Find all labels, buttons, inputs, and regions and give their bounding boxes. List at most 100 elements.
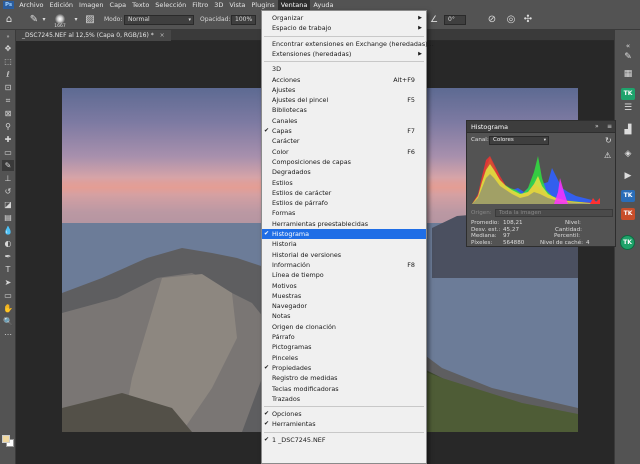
menu-item-ajustes[interactable]: Ajustes <box>262 85 426 95</box>
chevron-down-icon[interactable]: ▾ <box>70 14 82 26</box>
brush-settings-panel-icon[interactable]: ▨ <box>84 14 96 26</box>
tk-panel-icon[interactable]: TK <box>621 190 635 202</box>
menu-item-canales[interactable]: Canales <box>262 116 426 126</box>
warning-icon[interactable]: ⚠ <box>604 151 611 160</box>
menu-item-organizar[interactable]: Organizar ▶ <box>262 13 426 23</box>
more-tools-icon[interactable]: ⋯ <box>2 329 14 340</box>
menu-plugins[interactable]: Plugins <box>248 0 277 10</box>
menu-item-estilos-de-parrafo[interactable]: Estilos de párrafo <box>262 198 426 208</box>
menu-filtro[interactable]: Filtro <box>189 0 211 10</box>
frame-tool-icon[interactable]: ⊠ <box>2 108 14 119</box>
menu-item-bibliotecas[interactable]: Bibliotecas <box>262 105 426 115</box>
home-icon[interactable]: ⌂ <box>3 14 15 26</box>
menu-item-motivos[interactable]: Motivos <box>262 281 426 291</box>
menu-item-historia[interactable]: Historia <box>262 239 426 249</box>
foreground-color-swatch[interactable] <box>2 435 10 443</box>
menu-item-caracter[interactable]: Carácter <box>262 136 426 146</box>
opacity-field[interactable]: 100% <box>231 15 256 25</box>
menu-capa[interactable]: Capa <box>107 0 130 10</box>
menu-item-pinceles[interactable]: Pinceles <box>262 353 426 363</box>
menu-item-trazados[interactable]: Trazados <box>262 394 426 404</box>
menu-item-herramientas[interactable]: ✔ Herramientas <box>262 419 426 429</box>
menu-item-teclas-modificadoras[interactable]: Teclas modificadoras <box>262 384 426 394</box>
document-tab[interactable]: _DSC7245.NEF al 12,5% (Capa 0, RGB/16) *… <box>16 30 171 41</box>
move-tool-icon[interactable]: ✥ <box>2 43 14 54</box>
menu-item-formas[interactable]: Formas <box>262 208 426 218</box>
menu-item-origen-de-clonacion[interactable]: Origen de clonación <box>262 322 426 332</box>
pressure-size-icon[interactable]: ◎ <box>505 14 517 26</box>
chevron-down-icon[interactable]: ▾ <box>38 14 50 26</box>
menu-item-propiedades[interactable]: ✔ Propiedades <box>262 363 426 373</box>
menu-item-notas[interactable]: Notas <box>262 311 426 321</box>
menu-item-historial-de-versiones[interactable]: Historial de versiones <box>262 250 426 260</box>
menu-item-estilos-de-caracter[interactable]: Estilos de carácter <box>262 188 426 198</box>
menu-seleccion[interactable]: Selección <box>152 0 189 10</box>
menu-item-navegador[interactable]: Navegador <box>262 301 426 311</box>
hand-tool-icon[interactable]: ✋ <box>2 303 14 314</box>
lasso-tool-icon[interactable]: ℓ <box>2 69 14 80</box>
panel-menu-icon[interactable]: ≡ <box>607 121 612 133</box>
refresh-icon[interactable]: ↻ <box>605 136 612 145</box>
histogram-panel-titlebar[interactable]: Histograma » ≡ <box>467 121 615 133</box>
menu-archivo[interactable]: Archivo <box>16 0 46 10</box>
menu-item-espacio-de-trabajo[interactable]: Espacio de trabajo ▶ <box>262 23 426 33</box>
menu-texto[interactable]: Texto <box>129 0 152 10</box>
menu-edicion[interactable]: Edición <box>47 0 77 10</box>
menu-item-color[interactable]: Color F6 <box>262 147 426 157</box>
collapse-icon[interactable]: » <box>595 121 599 133</box>
properties-icon[interactable]: ▦ <box>620 68 636 81</box>
menu-item-histograma[interactable]: ✔ Histograma <box>262 229 426 240</box>
menu-item-parrafo[interactable]: Párrafo <box>262 332 426 342</box>
menu-item-linea-de-tiempo[interactable]: Línea de tiempo <box>262 270 426 280</box>
menu-3d[interactable]: 3D <box>211 0 226 10</box>
tk-panel-icon[interactable]: TK <box>621 88 635 100</box>
menu-item-composiciones-de-capas[interactable]: Composiciones de capas <box>262 157 426 167</box>
source-select[interactable]: Toda la imagen <box>495 209 613 217</box>
zoom-tool-icon[interactable]: 🔍 <box>2 316 14 327</box>
smoothing-icon[interactable]: ⊘ <box>486 14 498 26</box>
history-brush-tool-icon[interactable]: ↺ <box>2 186 14 197</box>
menu-item-herramientas-preestablecidas[interactable]: Herramientas preestablecidas <box>262 219 426 229</box>
marquee-tool-icon[interactable]: ⬚ <box>2 56 14 67</box>
tk-panel-icon[interactable]: TK <box>620 235 635 250</box>
menu-item-muestras[interactable]: Muestras <box>262 291 426 301</box>
path-selection-tool-icon[interactable]: ➤ <box>2 277 14 288</box>
menu-item-opciones[interactable]: ✔ Opciones <box>262 409 426 419</box>
eraser-tool-icon[interactable]: ◪ <box>2 199 14 210</box>
histogram-icon[interactable]: ▟ <box>620 124 636 137</box>
brush-tool-icon[interactable]: ✎ <box>2 160 14 171</box>
actions-icon[interactable]: ▶ <box>620 170 636 183</box>
menu-imagen[interactable]: Imagen <box>76 0 106 10</box>
menu-item-degradados[interactable]: Degradados <box>262 167 426 177</box>
menu-item-encontrar-extensiones-en-exchange-heredadas[interactable]: Encontrar extensiones en Exchange (hered… <box>262 39 434 49</box>
menu-item-capas[interactable]: ✔ Capas F7 <box>262 126 426 136</box>
eyedropper-tool-icon[interactable]: ⚲ <box>2 121 14 132</box>
channel-select[interactable]: Colores ▾ <box>489 136 549 145</box>
healing-brush-tool-icon[interactable]: ✚ <box>2 134 14 145</box>
menu-item-extensiones-heredadas[interactable]: Extensiones (heredadas) ▶ <box>262 49 426 59</box>
adjustments-icon[interactable]: ☰ <box>620 102 636 115</box>
tk-panel-icon[interactable]: TK <box>621 208 635 220</box>
menu-ventana[interactable]: Ventana <box>277 0 311 10</box>
menu-item-estilos[interactable]: Estilos <box>262 178 426 188</box>
menu-item-1-dsc7245-nef[interactable]: ✔ 1 _DSC7245.NEF <box>262 435 426 445</box>
crop-tool-icon[interactable]: ⌗ <box>2 95 14 106</box>
menu-item-ajustes-del-pincel[interactable]: Ajustes del pincel F5 <box>262 95 426 105</box>
menu-item-acciones[interactable]: Acciones Alt+F9 <box>262 75 426 85</box>
menu-item-pictogramas[interactable]: Pictogramas <box>262 342 426 352</box>
band-aid-icon[interactable]: ▭ <box>2 147 14 158</box>
collapse-icon[interactable]: » <box>2 32 14 43</box>
brush-preset-picker[interactable]: 1667 <box>52 13 68 29</box>
menu-item-3d[interactable]: 3D <box>262 64 426 74</box>
clone-stamp-tool-icon[interactable]: ⊥ <box>2 173 14 184</box>
pen-tool-icon[interactable]: ✒ <box>2 251 14 262</box>
close-icon[interactable]: × <box>160 32 165 39</box>
mode-select[interactable]: Normal ▾ <box>124 15 194 25</box>
menu-ayuda[interactable]: Ayuda <box>310 0 336 10</box>
menu-item-registro-de-medidas[interactable]: Registro de medidas <box>262 373 426 383</box>
menu-item-informacion[interactable]: Información F8 <box>262 260 426 270</box>
dodge-tool-icon[interactable]: ◐ <box>2 238 14 249</box>
gradient-tool-icon[interactable]: ▤ <box>2 212 14 223</box>
object-selection-tool-icon[interactable]: ⊡ <box>2 82 14 93</box>
brush-panel-icon[interactable]: ✎ <box>620 51 636 64</box>
